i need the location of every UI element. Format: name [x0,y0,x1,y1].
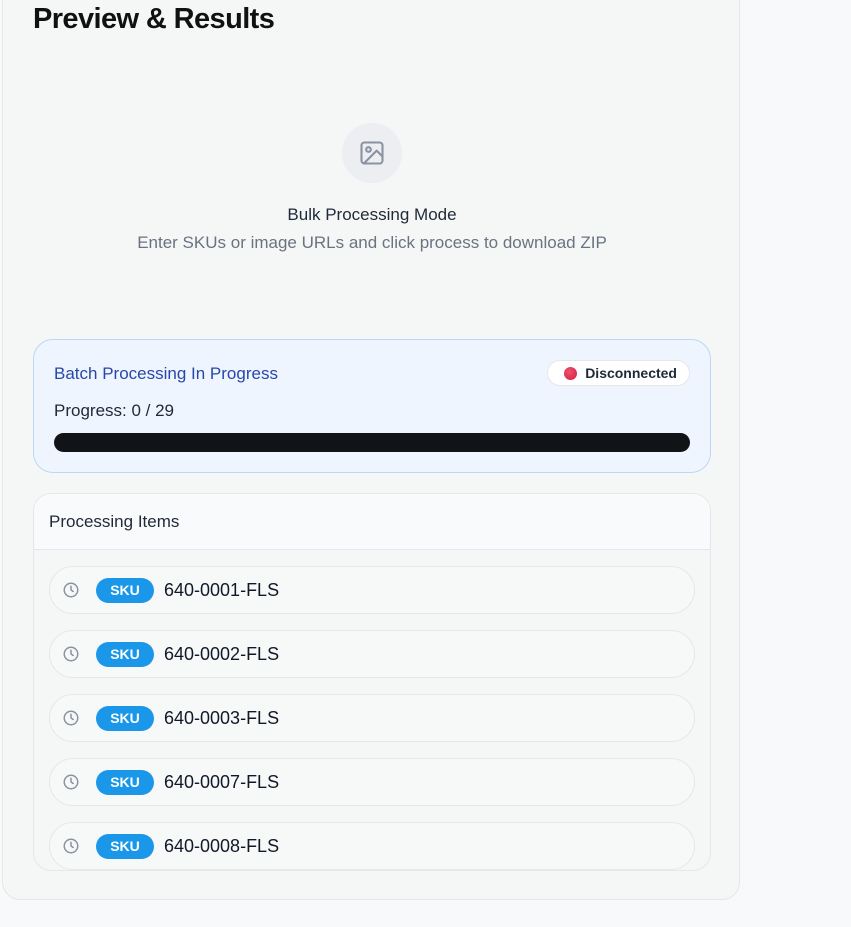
sku-badge: SKU [96,641,154,667]
sku-badge: SKU [96,577,154,603]
list-item: SKU 640-0003-FLS [49,694,695,742]
sku-badge: SKU [96,705,154,731]
list-item: SKU 640-0008-FLS [49,822,695,870]
connection-status-badge: Disconnected [547,360,690,386]
sku-code: 640-0008-FLS [164,835,280,856]
batch-progress-card: Batch Processing In Progress Disconnecte… [33,339,711,473]
sku-code: 640-0003-FLS [164,707,280,728]
preview-results-panel: Preview & Results Bulk Processing Mode E… [2,0,740,900]
list-item: SKU 640-0007-FLS [49,758,695,806]
clock-icon [61,644,81,664]
batch-title: Batch Processing In Progress [54,364,278,383]
processing-items-header: Processing Items [34,494,710,550]
sku-code: 640-0001-FLS [164,579,280,600]
page-title: Preview & Results [33,3,275,35]
empty-state-heading: Bulk Processing Mode [287,205,457,224]
clock-icon [61,836,81,856]
processing-items-card: Processing Items SKU 640-0001-FLS SKU 64… [33,493,711,871]
sku-badge: SKU [96,833,154,859]
clock-icon [61,580,81,600]
progress-bar [54,433,690,452]
empty-state: Bulk Processing Mode Enter SKUs or image… [3,123,741,253]
status-dot-icon [564,366,578,380]
sku-badge: SKU [96,769,154,795]
sku-code: 640-0002-FLS [164,643,280,664]
empty-state-description: Enter SKUs or image URLs and click proce… [137,233,607,252]
connection-status-label: Disconnected [585,365,677,381]
list-item: SKU 640-0002-FLS [49,630,695,678]
clock-icon [61,708,81,728]
sku-code: 640-0007-FLS [164,771,280,792]
image-icon [342,123,402,183]
processing-items-list[interactable]: SKU 640-0001-FLS SKU 640-0002-FLS SKU 64… [49,566,695,870]
progress-label: Progress: 0 / 29 [54,401,175,420]
list-item: SKU 640-0001-FLS [49,566,695,614]
clock-icon [61,772,81,792]
